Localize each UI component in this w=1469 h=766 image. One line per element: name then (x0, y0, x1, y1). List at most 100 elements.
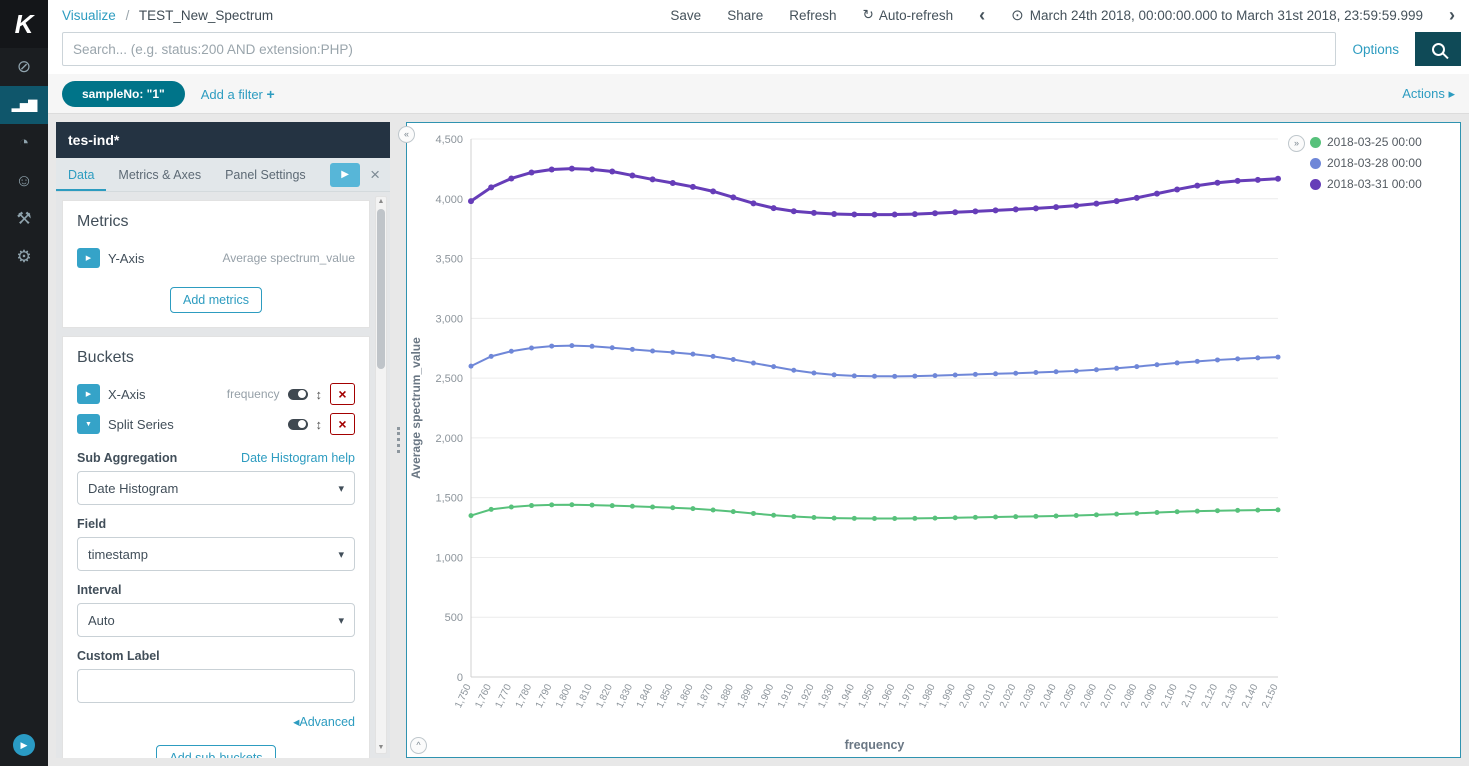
x-axis-expand-button[interactable]: ▶ (77, 384, 100, 404)
page-title: TEST_New_Spectrum (138, 7, 274, 23)
svg-text:2,060: 2,060 (1079, 682, 1100, 710)
remove-agg-button[interactable]: × (330, 383, 355, 405)
svg-text:1,760: 1,760 (473, 682, 494, 710)
remove-agg-button[interactable]: × (330, 413, 355, 435)
svg-text:1,940: 1,940 (836, 682, 857, 710)
legend-item[interactable]: 2018-03-28 00:00 (1310, 156, 1452, 170)
field-label: Field (77, 517, 107, 531)
legend-label: 2018-03-28 00:00 (1327, 156, 1422, 170)
custom-label-input[interactable] (77, 669, 355, 703)
svg-text:1,500: 1,500 (435, 493, 463, 505)
svg-text:1,790: 1,790 (534, 682, 555, 710)
scroll-down-icon[interactable]: ▼ (378, 743, 385, 753)
svg-text:1,780: 1,780 (514, 682, 535, 710)
add-metrics-button[interactable]: Add metrics (170, 287, 262, 313)
svg-text:1,810: 1,810 (574, 682, 595, 710)
scrollbar-thumb[interactable] (377, 209, 385, 369)
timepicker-button[interactable]: ⊙ March 24th 2018, 00:00:00.000 to March… (1011, 6, 1423, 24)
sub-aggregation-select[interactable]: Date Histogram ▾ (77, 471, 355, 505)
refresh-button[interactable]: Refresh (789, 8, 836, 23)
svg-text:1,960: 1,960 (877, 682, 898, 710)
panel-resize-handle[interactable] (390, 122, 406, 758)
svg-text:1,880: 1,880 (715, 682, 736, 710)
sidebar-item-dev-tools[interactable]: ⚒ (0, 200, 48, 238)
svg-text:2,140: 2,140 (1240, 682, 1261, 710)
wrench-icon: ⚒ (16, 209, 32, 228)
split-series-collapse-button[interactable]: ▼ (77, 414, 100, 434)
close-icon[interactable]: × (370, 166, 380, 183)
sidebar-item-management[interactable]: ⚙ (0, 238, 48, 276)
x-axis-field-value: frequency (226, 387, 280, 401)
interval-select[interactable]: Auto ▾ (77, 603, 355, 637)
field-select[interactable]: timestamp ▾ (77, 537, 355, 571)
scroll-up-icon[interactable]: ▲ (378, 197, 385, 207)
legend-color-dot (1310, 178, 1321, 190)
svg-text:1,800: 1,800 (554, 682, 575, 710)
tab-panel-settings[interactable]: Panel Settings (213, 158, 318, 191)
svg-text:4,500: 4,500 (435, 134, 463, 146)
play-icon: ▶ (341, 169, 349, 180)
sub-aggregation-label: Sub Aggregation (77, 451, 178, 465)
time-back-button[interactable]: ‹ (979, 6, 985, 24)
y-axis-agg-row: ▶ Y-Axis Average spectrum_value (77, 243, 355, 273)
apply-changes-button[interactable]: ▶ (330, 162, 361, 187)
sidebar-item-timelion[interactable]: ☺ (0, 162, 48, 200)
sidebar-item-visualize[interactable]: ▂▅▇ (0, 86, 48, 124)
svg-text:2,010: 2,010 (978, 682, 999, 710)
editor-tab-actions: ▶ × (330, 158, 390, 191)
metrics-heading: Metrics (77, 213, 129, 230)
search-input[interactable] (62, 32, 1337, 66)
search-button[interactable] (1415, 32, 1461, 66)
kibana-logo[interactable]: K (0, 0, 48, 48)
advanced-label: Advanced (299, 715, 355, 729)
svg-text:1,950: 1,950 (857, 682, 878, 710)
scroll-top-button[interactable]: ^ (410, 737, 427, 754)
add-filter-link[interactable]: Add a filter + (201, 86, 275, 102)
editor-scrollbar[interactable]: ▲ ▼ (375, 196, 387, 754)
breadcrumb-separator: / (125, 7, 130, 23)
move-agg-icon[interactable]: ↕ (316, 417, 323, 432)
time-range-label: March 24th 2018, 00:00:00.000 to March 3… (1029, 7, 1423, 23)
breadcrumb-visualize-link[interactable]: Visualize (62, 8, 116, 23)
spectrum-line-chart: 0 500 1,000 1,500 2,000 2,500 3,000 3,500 4,000 4… (409, 134, 1281, 752)
dashboard-icon: ◔ (18, 133, 30, 152)
tab-data[interactable]: Data (56, 158, 106, 191)
svg-text:2,150: 2,150 (1260, 682, 1281, 710)
legend-color-dot (1310, 157, 1321, 169)
svg-text:1,750: 1,750 (453, 682, 474, 710)
tab-metrics-axes[interactable]: Metrics & Axes (106, 158, 213, 191)
filter-pill[interactable]: sampleNo: "1" (62, 80, 185, 107)
add-sub-buckets-button[interactable]: Add sub-buckets (156, 745, 276, 758)
disable-agg-toggle[interactable] (287, 388, 308, 400)
chevron-down-icon: ▾ (338, 548, 344, 561)
caret-right-icon: ▸ (1444, 85, 1455, 101)
sidebar-collapse-button[interactable]: ▶ (0, 734, 48, 756)
svg-text:2,070: 2,070 (1099, 682, 1120, 710)
disable-agg-toggle[interactable] (287, 418, 308, 430)
save-button[interactable]: Save (670, 8, 701, 23)
date-histogram-help-link[interactable]: Date Histogram help (241, 451, 355, 465)
legend-item[interactable]: 2018-03-31 00:00 (1310, 177, 1452, 191)
bar-chart-icon: ▂▅▇ (11, 98, 38, 112)
timelion-icon: ☺ (15, 171, 33, 190)
gear-icon: ⚙ (16, 247, 32, 266)
actions-label: Actions (1402, 85, 1445, 101)
legend-item[interactable]: 2018-03-25 00:00 (1310, 135, 1452, 149)
auto-refresh-button[interactable]: ↻ Auto-refresh (863, 7, 954, 23)
share-button[interactable]: Share (727, 8, 763, 23)
svg-text:1,900: 1,900 (756, 682, 777, 710)
move-agg-icon[interactable]: ↕ (316, 387, 323, 402)
sidebar-item-dashboard[interactable]: ◔ (0, 124, 48, 162)
visualize-workspace: tes-ind* Data Metrics & Axes Panel Setti… (48, 114, 1469, 766)
svg-text:1,770: 1,770 (494, 682, 515, 710)
advanced-row: ◂Advanced (77, 713, 355, 731)
filter-actions-link[interactable]: Actions ▸ (1402, 86, 1455, 102)
advanced-toggle-link[interactable]: ◂Advanced (293, 715, 355, 729)
legend-toggle-button[interactable]: » (1288, 135, 1305, 152)
auto-refresh-label: Auto-refresh (878, 7, 954, 23)
y-axis-expand-button[interactable]: ▶ (77, 248, 100, 268)
time-forward-button[interactable]: › (1449, 6, 1455, 24)
collapse-editor-button[interactable]: « (398, 126, 415, 143)
sidebar-item-discover[interactable]: ⊘ (0, 48, 48, 86)
options-link[interactable]: Options (1352, 42, 1399, 57)
